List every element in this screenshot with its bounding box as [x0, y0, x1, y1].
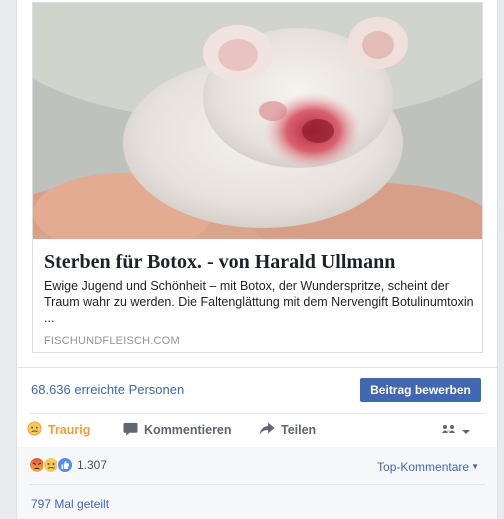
post-summary: 1.307 Top-Kommentare ▼ 797 Mal geteilt [17, 447, 497, 519]
reactions-summary[interactable]: 1.307 [29, 457, 107, 473]
reach-count-link[interactable]: 68.636 erreichte Personen [31, 382, 184, 397]
divider [29, 484, 485, 485]
post-action-bar: Traurig Kommentieren Teilen [17, 414, 497, 446]
share-button[interactable]: Teilen [259, 421, 316, 439]
comment-button[interactable]: Kommentieren [123, 421, 232, 439]
comment-sort-dropdown[interactable]: Top-Kommentare ▼ [377, 460, 479, 474]
sad-reaction-button[interactable]: Traurig [27, 421, 90, 439]
reaction-count: 1.307 [77, 458, 108, 472]
comment-sort-label: Top-Kommentare [377, 460, 470, 474]
sad-emoji-icon [27, 421, 42, 439]
shares-count-link[interactable]: 797 Mal geteilt [31, 497, 109, 511]
link-description: Ewige Jugend und Schönheit – mit Botox, … [44, 279, 474, 325]
sad-reaction-label: Traurig [48, 423, 91, 437]
promote-post-button[interactable]: Beitrag bewerben [360, 378, 481, 402]
friends-audience-icon [441, 423, 461, 441]
link-source-domain: FISCHUNDFLEISCH.COM [44, 335, 180, 347]
share-label: Teilen [281, 423, 317, 437]
comment-label: Kommentieren [144, 423, 232, 437]
caret-down-icon: ▼ [471, 462, 479, 471]
audience-selector[interactable] [441, 423, 471, 441]
share-arrow-icon [259, 422, 275, 439]
divider [17, 367, 497, 368]
post-card: Sterben für Botox. - von Harald Ullmann … [16, 0, 498, 519]
link-preview[interactable]: Sterben für Botox. - von Harald Ullmann … [32, 2, 483, 353]
comment-bubble-icon [123, 422, 138, 439]
chevron-down-icon [461, 423, 471, 441]
mouse-photo [33, 3, 482, 239]
like-reaction-icon [57, 457, 73, 473]
link-preview-image[interactable] [33, 3, 482, 239]
link-title[interactable]: Sterben für Botox. - von Harald Ullmann [44, 251, 474, 274]
